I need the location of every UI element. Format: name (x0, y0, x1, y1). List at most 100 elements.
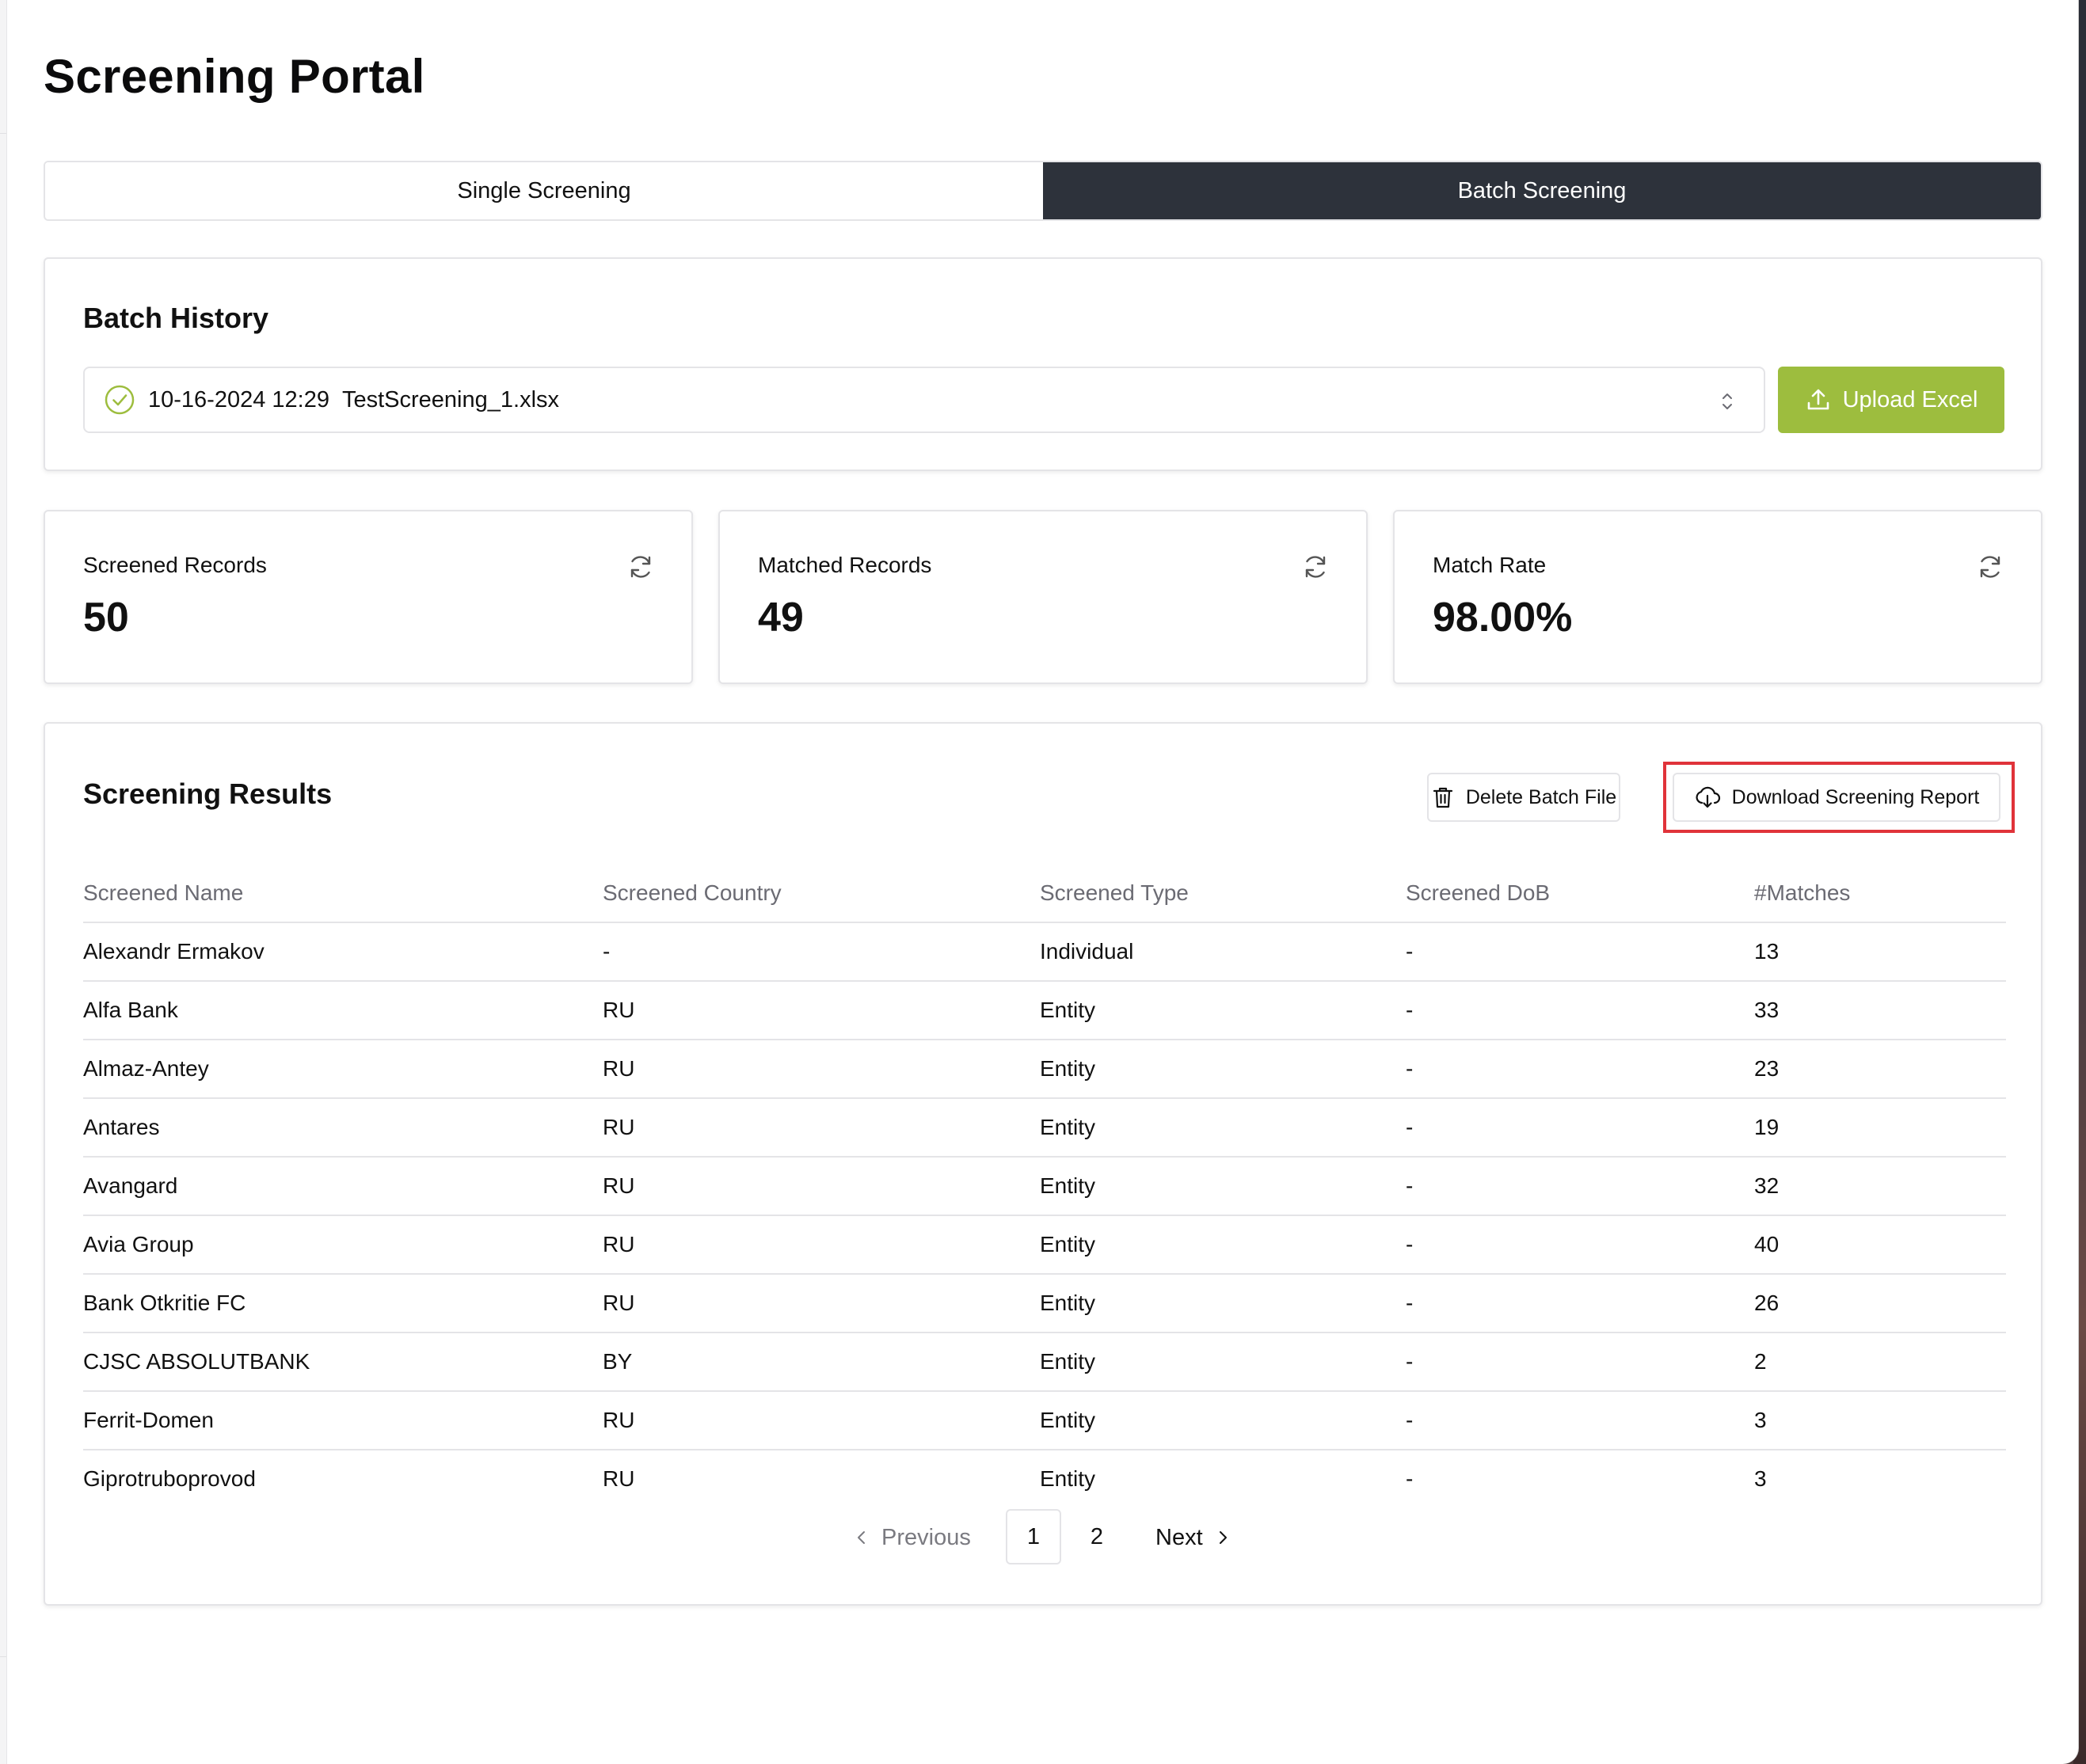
cell-matches: 3 (1754, 1466, 1767, 1491)
left-edge (0, 0, 7, 1764)
screening-results-card: Screening Results Delete Batch File Down… (44, 722, 2042, 1606)
trash-icon (1433, 787, 1452, 808)
screening-results-title: Screening Results (83, 777, 333, 810)
cell-name: Avangard (83, 1157, 603, 1216)
page-title: Screening Portal (44, 50, 425, 103)
page-2-button[interactable]: 2 (1069, 1509, 1125, 1564)
pagination: Previous 1 2 Next (45, 1509, 2044, 1566)
cell-matches: 40 (1754, 1215, 2006, 1275)
cell-type: Entity (1040, 1391, 1406, 1450)
cell-matches: 19 (1754, 1098, 2006, 1158)
table-row[interactable]: Bank Otkritie FC RU Entity - 26 (83, 1274, 2006, 1333)
cell-matches: 33 (1754, 981, 2006, 1040)
table-row[interactable]: Avia Group RU Entity - 40 (83, 1215, 2006, 1275)
chevron-up-down-icon (1722, 393, 1732, 409)
cell-name: Avia Group (83, 1215, 603, 1275)
cell-name: Alexandr Ermakov (83, 922, 603, 982)
table-row[interactable]: CJSC ABSOLUTBANK BY Entity - 2 (83, 1333, 2006, 1392)
cell-matches: 3 (1754, 1391, 2006, 1450)
cell-name: Alfa Bank (83, 981, 603, 1040)
upload-icon (1807, 389, 1829, 410)
batch-select[interactable]: 10-16-2024 12:29 TestScreening_1.xlsx (83, 367, 1765, 433)
cell-matches: 2 (1754, 1333, 2006, 1392)
cell-matches: 26 (1754, 1274, 2006, 1333)
delete-batch-file-button[interactable]: Delete Batch File (1427, 773, 1620, 822)
upload-excel-button[interactable]: Upload Excel (1778, 367, 2004, 433)
results-table: Screened Name Screened Country Screened … (83, 865, 2006, 1507)
refresh-icon[interactable] (1301, 553, 1330, 581)
check-circle-icon (105, 385, 135, 415)
refresh-icon[interactable] (1976, 553, 2004, 581)
cell-country: RU (603, 1215, 1040, 1275)
col-header-dob[interactable]: Screened DoB (1406, 865, 1754, 923)
cell-name: Almaz-Antey (83, 1040, 603, 1099)
cell-country: RU (603, 1466, 635, 1491)
tab-single-screening[interactable]: Single Screening (45, 162, 1043, 219)
col-header-matches[interactable]: #Matches (1754, 865, 2006, 923)
stat-value: 98.00% (1433, 595, 1573, 641)
stat-label: Matched Records (758, 553, 932, 577)
cell-type: Entity (1040, 981, 1406, 1040)
cell-country: RU (603, 1040, 1040, 1099)
table-header-row: Screened Name Screened Country Screened … (83, 865, 2006, 923)
batch-history-title: Batch History (83, 302, 269, 334)
download-screening-report-label: Download Screening Report (1731, 785, 1980, 808)
cell-matches: 32 (1754, 1157, 2006, 1216)
cell-dob: - (1406, 1466, 1414, 1491)
cell-name: CJSC ABSOLUTBANK (83, 1333, 603, 1392)
cell-country: BY (603, 1333, 1040, 1392)
cell-country: RU (603, 1098, 1040, 1158)
cell-type: Individual (1040, 922, 1406, 982)
refresh-icon[interactable] (626, 553, 655, 581)
table-row[interactable]: Ferrit-Domen RU Entity - 3 (83, 1391, 2006, 1450)
col-header-type[interactable]: Screened Type (1040, 865, 1406, 923)
stat-value: 49 (758, 595, 804, 641)
edge-tick (0, 1656, 6, 1657)
cell-name: Bank Otkritie FC (83, 1274, 603, 1333)
table-row[interactable]: Giprotruboprovod RU Entity - 3 (83, 1450, 2006, 1507)
col-header-country[interactable]: Screened Country (603, 865, 1040, 923)
cell-dob: - (1406, 981, 1754, 1040)
cell-dob: - (1406, 1391, 1754, 1450)
table-row[interactable]: Avangard RU Entity - 32 (83, 1157, 2006, 1216)
cell-country: RU (603, 981, 1040, 1040)
tab-batch-screening[interactable]: Batch Screening (1043, 162, 2041, 219)
cell-type: Entity (1040, 1040, 1406, 1099)
previous-page-label: Previous (881, 1524, 971, 1550)
app-window: Screening Portal Single Screening Batch … (0, 0, 2079, 1764)
batch-filename: TestScreening_1.xlsx (341, 386, 560, 412)
stat-label: Screened Records (83, 553, 267, 577)
next-page-button[interactable]: Next (1155, 1509, 1231, 1566)
cell-dob: - (1406, 1274, 1754, 1333)
cell-type: Entity (1040, 1466, 1096, 1491)
stat-card-match-rate: Match Rate 98.00% (1393, 510, 2042, 684)
table-row[interactable]: Alexandr Ermakov - Individual - 13 (83, 922, 2006, 982)
cell-dob: - (1406, 922, 1754, 982)
cell-name: Giprotruboprovod (83, 1466, 256, 1491)
chevron-left-icon (858, 1531, 865, 1544)
cell-name: Antares (83, 1098, 603, 1158)
cell-type: Entity (1040, 1157, 1406, 1216)
cell-country: - (603, 922, 1040, 982)
cell-country: RU (603, 1391, 1040, 1450)
edge-tick (0, 133, 6, 134)
cell-dob: - (1406, 1333, 1754, 1392)
cell-matches: 13 (1754, 922, 2006, 982)
upload-excel-label: Upload Excel (1842, 386, 1978, 412)
page-1-button[interactable]: 1 (1006, 1509, 1061, 1564)
cell-type: Entity (1040, 1333, 1406, 1392)
table-row[interactable]: Alfa Bank RU Entity - 33 (83, 981, 2006, 1040)
stat-label: Match Rate (1433, 553, 1547, 577)
col-header-name[interactable]: Screened Name (83, 865, 603, 923)
download-screening-report-button[interactable]: Download Screening Report (1673, 773, 2000, 822)
delete-batch-file-label: Delete Batch File (1465, 785, 1617, 808)
next-page-label: Next (1155, 1524, 1203, 1550)
table-row[interactable]: Almaz-Antey RU Entity - 23 (83, 1040, 2006, 1099)
chevron-right-icon (1219, 1531, 1227, 1544)
batch-date: 10-16-2024 12:29 (148, 386, 329, 412)
cell-name: Ferrit-Domen (83, 1391, 603, 1450)
cell-dob: - (1406, 1157, 1754, 1216)
previous-page-button[interactable]: Previous (853, 1509, 971, 1566)
cell-dob: - (1406, 1098, 1754, 1158)
table-row[interactable]: Antares RU Entity - 19 (83, 1098, 2006, 1158)
